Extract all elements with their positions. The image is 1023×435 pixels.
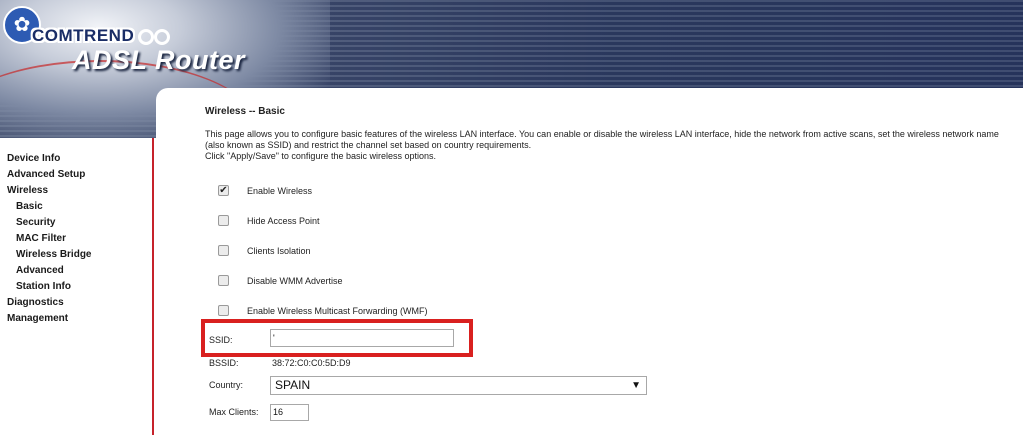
instruction-text: Click "Apply/Save" to configure the basi… [205,151,436,161]
hide-access-point-label: Hide Access Point [247,216,320,226]
product-title: ADSL Router [72,45,246,75]
sidebar-item-advanced[interactable]: Advanced [16,265,64,276]
enable-wireless-label: Enable Wireless [247,186,313,196]
clients-isolation-checkbox[interactable] [218,245,229,256]
enable-wmf-checkbox[interactable] [218,305,229,316]
sidebar-item-device-info[interactable]: Device Info [7,153,60,164]
country-label: Country: [209,380,244,390]
clients-isolation-label: Clients Isolation [247,246,311,256]
ssid-label: SSID: [209,335,233,345]
description-text: This page allows you to configure basic … [205,129,999,150]
sidebar-item-basic[interactable]: Basic [16,201,43,212]
max-clients-input[interactable]: 16 [270,404,309,421]
sidebar-item-security[interactable]: Security [16,217,55,228]
hide-access-point-checkbox[interactable] [218,215,229,226]
sidebar-nav: Device Info Advanced Setup Wireless Basi… [0,138,154,435]
dropdown-arrow-icon: ▼ [631,380,641,391]
bssid-value: 38:72:C0:C0:5D:D9 [272,358,351,368]
disable-wmm-advertise-label: Disable WMM Advertise [247,276,343,286]
sidebar-item-mac-filter[interactable]: MAC Filter [16,233,66,244]
enable-wireless-checkbox[interactable]: ✔ [218,185,229,196]
sidebar-item-management[interactable]: Management [7,313,68,324]
country-selected-value: SPAIN [275,378,311,392]
sidebar-item-wireless[interactable]: Wireless [7,185,48,196]
page-description: This page allows you to configure basic … [205,129,1015,162]
country-select[interactable]: SPAIN ▼ [270,376,647,395]
ssid-input[interactable] [270,329,454,347]
brand-name: COMTREND [32,26,135,45]
sidebar-item-advanced-setup[interactable]: Advanced Setup [7,169,85,180]
logo-ring-icon [154,29,170,45]
sidebar-item-station-info[interactable]: Station Info [16,281,71,292]
logo-ring-icon [138,29,154,45]
page-title: Wireless -- Basic [205,106,285,117]
max-clients-label: Max Clients: [209,407,259,417]
sidebar-item-diagnostics[interactable]: Diagnostics [7,297,64,308]
bssid-label: BSSID: [209,358,239,368]
main-content: Wireless -- Basic This page allows you t… [156,88,1023,435]
sidebar-item-wireless-bridge[interactable]: Wireless Bridge [16,249,92,260]
disable-wmm-advertise-checkbox[interactable] [218,275,229,286]
enable-wmf-label: Enable Wireless Multicast Forwarding (WM… [247,306,428,316]
